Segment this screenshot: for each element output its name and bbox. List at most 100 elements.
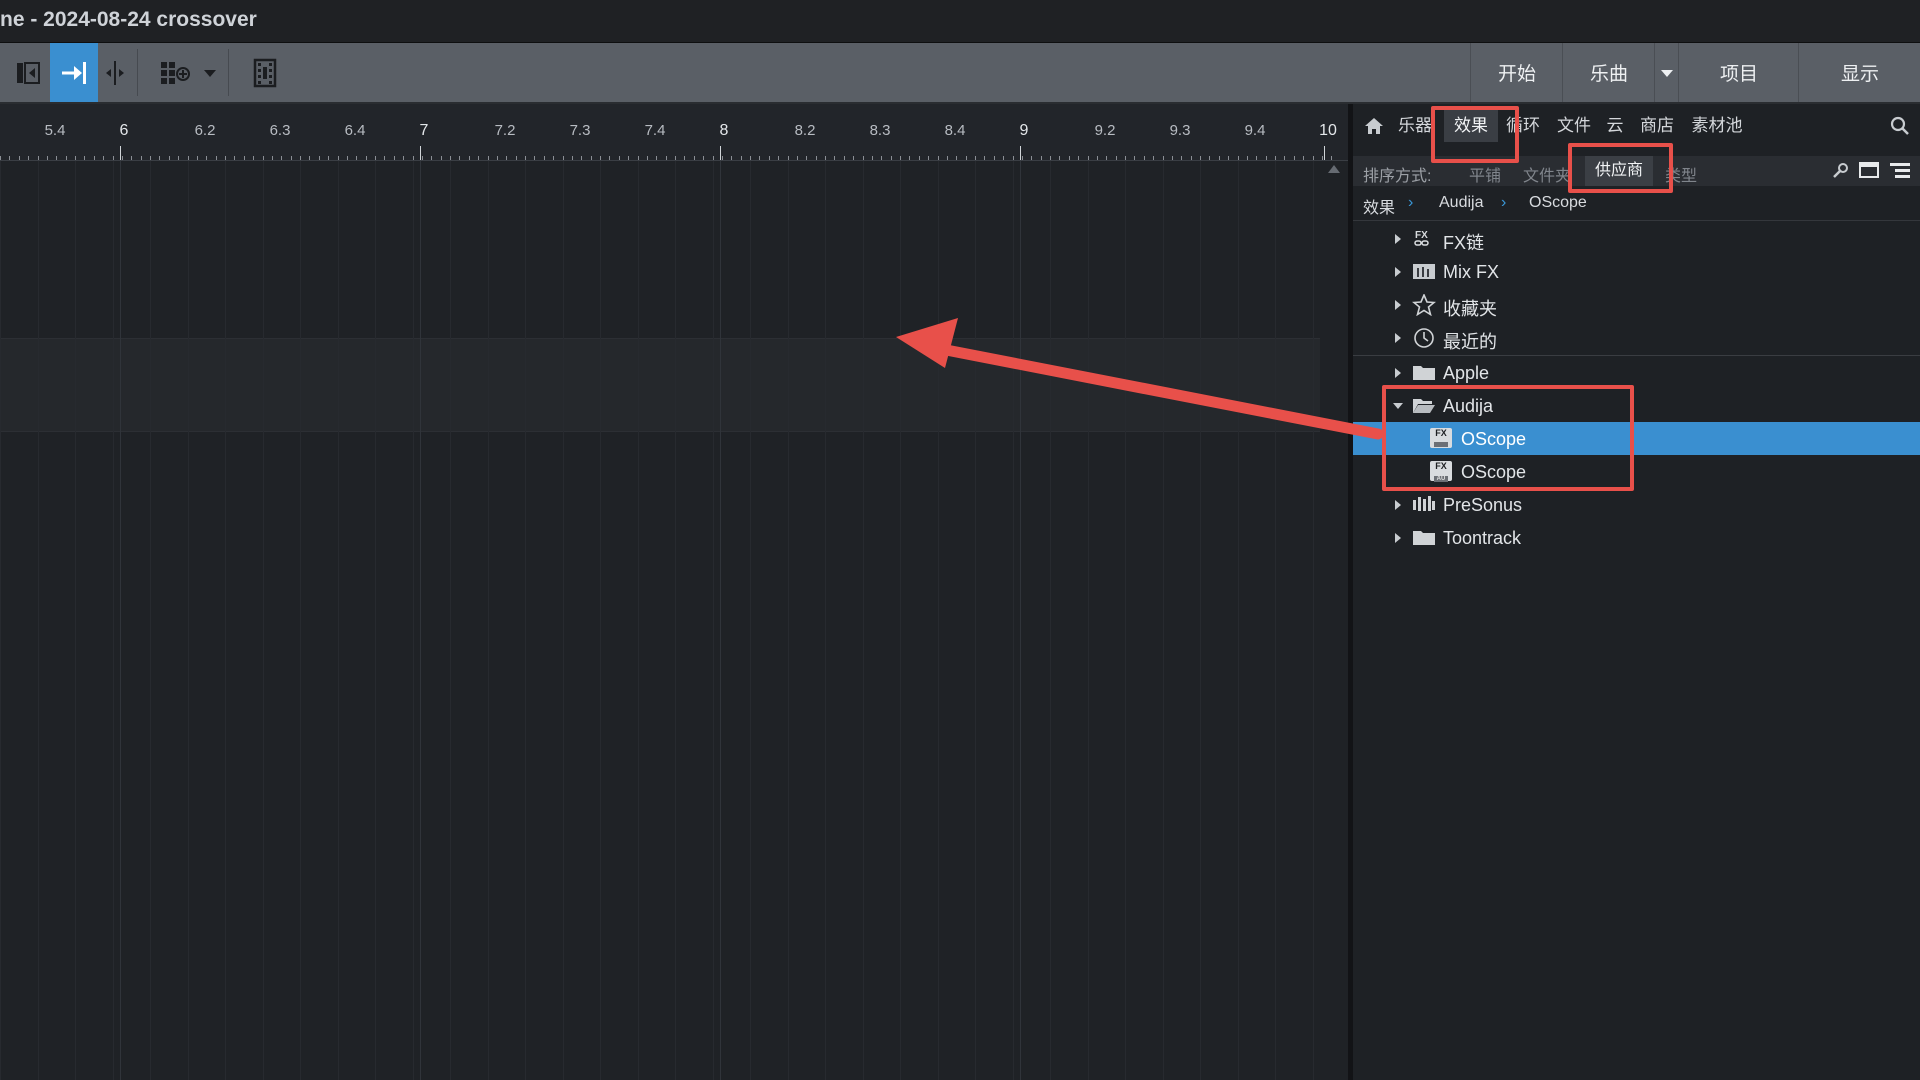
timeline-ruler[interactable]: 5.4 6 6.2 6.3 6.4 7 7.2 7.3 7.4 8 8.2 8.3 8.4 9 9.2 9.3… (0, 104, 1348, 161)
tab-instruments[interactable]: 乐器 (1395, 110, 1435, 142)
start-button[interactable]: 开始 (1470, 43, 1563, 102)
ruler-tick (788, 156, 789, 160)
tab-loops[interactable]: 循环 (1501, 110, 1545, 142)
tree-item-oscope-vst[interactable]: FX OScope (1353, 422, 1920, 455)
song-dropdown-icon[interactable] (1654, 43, 1679, 102)
grid-add-icon[interactable] (155, 43, 195, 102)
project-button[interactable]: 项目 (1678, 43, 1799, 102)
ruler-major-tick (420, 146, 421, 160)
fx-chain-icon: FX (1412, 228, 1436, 248)
grid-line (0, 161, 1, 1080)
follow-playhead-icon[interactable] (50, 43, 98, 102)
caret-right-icon[interactable] (1395, 234, 1401, 244)
breadcrumb: 效果 › Audija › OScope (1353, 188, 1920, 221)
song-button[interactable]: 乐曲 (1562, 43, 1655, 102)
sort-option-flat[interactable]: 平铺 (1469, 162, 1501, 186)
track-lane[interactable] (0, 338, 1320, 432)
tree-item-label: OScope (1461, 429, 1527, 449)
grid-line (1313, 161, 1314, 1080)
wrench-icon[interactable] (1831, 162, 1849, 185)
breadcrumb-item-effects[interactable]: 效果 (1363, 194, 1395, 218)
tab-pool[interactable]: 素材池 (1687, 110, 1747, 142)
list-view-icon[interactable] (1889, 161, 1911, 184)
ruler-tick (769, 156, 770, 160)
ruler-tick (403, 156, 404, 160)
ruler-tick (806, 156, 807, 160)
tree-item-audija[interactable]: Audija (1353, 389, 1920, 422)
tree-item-apple[interactable]: Apple (1353, 356, 1920, 389)
tab-shop[interactable]: 商店 (1635, 110, 1679, 142)
sort-option-vendor[interactable]: 供应商 (1585, 156, 1654, 186)
ruler-tick (750, 156, 751, 160)
caret-right-icon[interactable] (1395, 267, 1401, 277)
ruler-tick (56, 156, 57, 160)
ruler-label: 7 (419, 122, 429, 139)
presonus-icon (1412, 494, 1436, 514)
show-button[interactable]: 显示 (1798, 43, 1920, 102)
ruler-tick (1022, 156, 1023, 160)
ruler-tick (1031, 156, 1032, 160)
ruler-tick (197, 156, 198, 160)
grid-line (675, 161, 676, 1080)
caret-right-icon[interactable] (1395, 300, 1401, 310)
tree-item-favorites[interactable]: 收藏夹 (1353, 288, 1920, 321)
tab-effects[interactable]: 效果 (1444, 110, 1498, 142)
breadcrumb-item-vendor[interactable]: Audija (1439, 194, 1483, 212)
ruler-tick (394, 156, 395, 160)
tree-item-mix-fx[interactable]: Mix FX (1353, 255, 1920, 288)
grid-line (788, 161, 789, 1080)
grid-line (188, 161, 189, 1080)
video-film-icon[interactable] (245, 43, 285, 102)
grid-line (150, 161, 151, 1080)
ruler-major-tick (120, 146, 121, 160)
view-panel-icon[interactable] (1859, 161, 1879, 184)
ruler-tick (38, 156, 39, 160)
ruler-tick (19, 156, 20, 160)
grid-line-major (720, 161, 721, 1080)
ruler-tick (1153, 156, 1154, 160)
toolbar-separator (137, 49, 138, 96)
grid-line (1125, 161, 1126, 1080)
folder-icon (1412, 527, 1436, 547)
tree-item-fx-chains[interactable]: FX FX链 (1353, 222, 1920, 255)
ruler-tick (778, 156, 779, 160)
ruler-tick (94, 156, 95, 160)
tree-item-label: Mix FX (1443, 262, 1499, 282)
ruler-tick (9, 156, 10, 160)
snap-left-icon[interactable] (8, 43, 48, 102)
ruler-tick (675, 156, 676, 160)
sort-option-type[interactable]: 类型 (1665, 162, 1697, 186)
split-icon[interactable] (100, 43, 130, 102)
browser-panel: 乐器 效果 循环 文件 云 商店 素材池 排序方式: 平铺 文件夹 供应商 类型… (1353, 104, 1920, 1080)
ruler-tick (1013, 156, 1014, 160)
tree-item-oscope-au[interactable]: FX AU OScope (1353, 455, 1920, 488)
ruler-tick (1050, 156, 1051, 160)
breadcrumb-item-plugin[interactable]: OScope (1529, 194, 1587, 212)
ruler-tick (619, 156, 620, 160)
home-icon[interactable] (1361, 110, 1387, 142)
tree-item-toontrack[interactable]: Toontrack (1353, 521, 1920, 554)
grid-line (938, 161, 939, 1080)
ruler-tick (84, 156, 85, 160)
caret-right-icon[interactable] (1395, 333, 1401, 343)
tab-files[interactable]: 文件 (1553, 110, 1595, 142)
ruler-tick (553, 156, 554, 160)
sort-option-folder[interactable]: 文件夹 (1523, 162, 1571, 186)
tab-cloud[interactable]: 云 (1603, 110, 1627, 142)
caret-right-icon[interactable] (1395, 533, 1401, 543)
caret-right-icon[interactable] (1395, 368, 1401, 378)
chevron-right-icon: › (1501, 194, 1507, 211)
scroll-up-icon[interactable] (1328, 165, 1340, 173)
tree-item-recent[interactable]: 最近的 (1353, 321, 1920, 354)
ruler-label: 6.2 (194, 122, 216, 139)
caret-down-icon[interactable] (1393, 403, 1403, 409)
search-icon[interactable] (1885, 110, 1915, 142)
ruler-tick (347, 156, 348, 160)
chevron-down-icon[interactable] (198, 43, 222, 102)
ruler-label: 6 (119, 122, 129, 139)
tree-item-presonus[interactable]: PreSonus (1353, 488, 1920, 521)
ruler-tick (656, 156, 657, 160)
ruler-tick (600, 156, 601, 160)
arrange-view[interactable] (0, 161, 1348, 1080)
caret-right-icon[interactable] (1395, 500, 1401, 510)
